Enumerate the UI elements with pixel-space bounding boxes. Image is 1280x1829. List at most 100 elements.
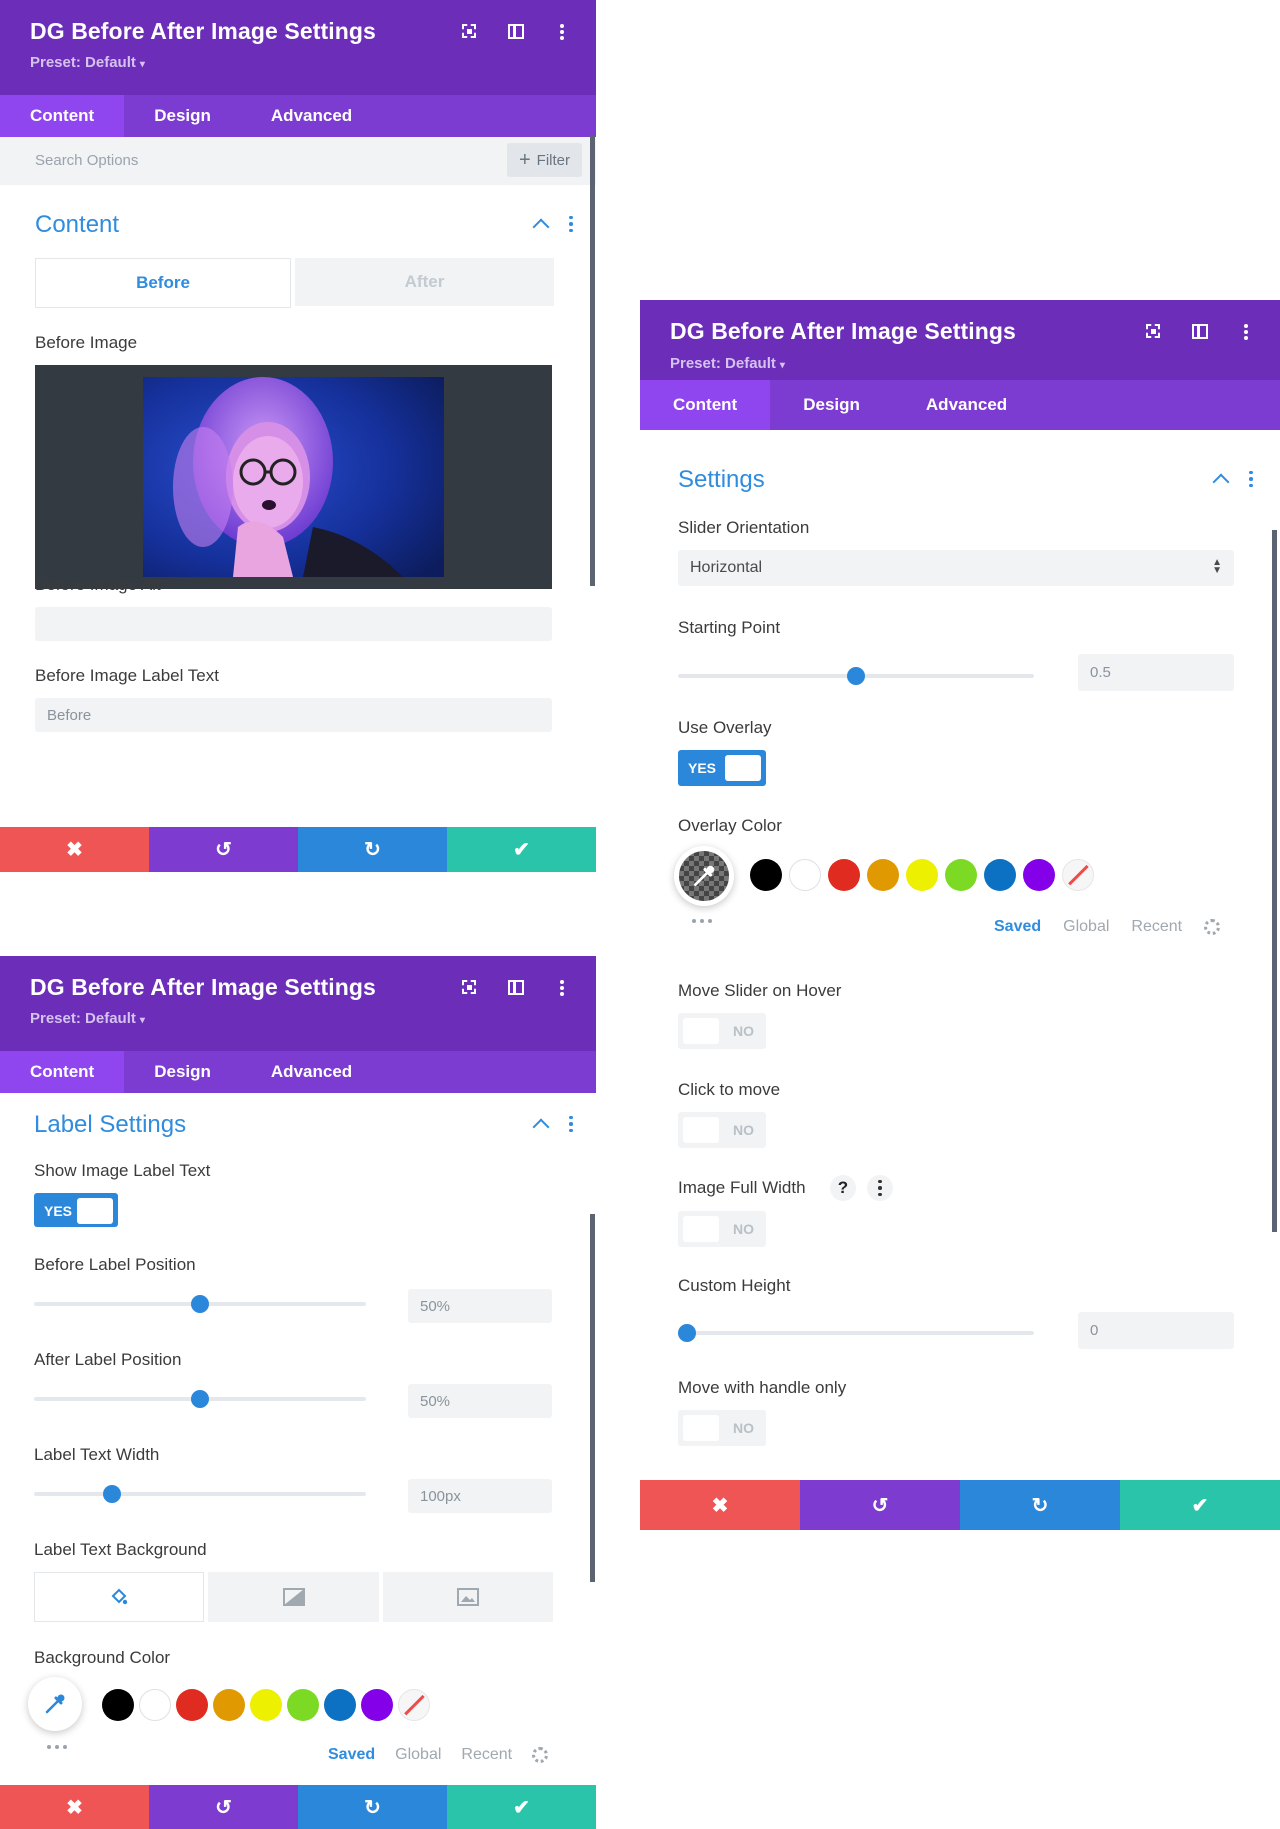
expand-icon[interactable]	[1144, 322, 1164, 342]
columns-icon[interactable]	[1190, 322, 1210, 342]
move-with-handle-only-toggle[interactable]: NO	[678, 1410, 766, 1446]
swatch-red[interactable]	[176, 1689, 208, 1721]
slider-knob[interactable]	[191, 1390, 209, 1408]
cancel-button[interactable]: ✖	[640, 1480, 800, 1530]
before-label-position-slider[interactable]	[34, 1295, 366, 1313]
swatch-purple[interactable]	[361, 1689, 393, 1721]
color-picker[interactable]	[674, 846, 734, 906]
after-tab[interactable]: After	[295, 258, 554, 306]
help-icon[interactable]: ?	[830, 1175, 856, 1201]
field-options-icon[interactable]	[867, 1175, 893, 1201]
redo-button[interactable]: ↻	[298, 1785, 447, 1829]
swatch-green[interactable]	[287, 1689, 319, 1721]
save-button[interactable]: ✔	[447, 827, 596, 872]
cancel-button[interactable]: ✖	[0, 827, 149, 872]
section-options-icon[interactable]	[569, 215, 573, 233]
tab-advanced[interactable]: Advanced	[893, 380, 1040, 430]
custom-height-input[interactable]: 0	[1078, 1312, 1234, 1349]
tab-design[interactable]: Design	[124, 95, 241, 137]
use-overlay-toggle[interactable]: YES	[678, 750, 766, 786]
click-to-move-toggle[interactable]: NO	[678, 1112, 766, 1148]
undo-button[interactable]: ↺	[800, 1480, 960, 1530]
filter-button[interactable]: + Filter	[506, 143, 582, 177]
slider-knob[interactable]	[678, 1324, 696, 1342]
custom-height-slider[interactable]	[678, 1324, 1034, 1342]
search-input[interactable]: Search Options	[35, 152, 138, 169]
starting-point-input[interactable]: 0.5	[1078, 654, 1234, 691]
after-label-position-input[interactable]: 50%	[408, 1384, 552, 1418]
expand-icon[interactable]	[460, 978, 480, 998]
section-options-icon[interactable]	[569, 1115, 573, 1133]
redo-button[interactable]: ↻	[960, 1480, 1120, 1530]
more-colors-icon[interactable]	[692, 919, 712, 923]
expand-icon[interactable]	[460, 22, 480, 42]
swatch-none[interactable]	[398, 1689, 430, 1721]
before-image-alt-input[interactable]	[35, 607, 552, 641]
swatch-black[interactable]	[750, 859, 782, 891]
gear-icon[interactable]	[1204, 919, 1221, 935]
slider-knob[interactable]	[103, 1485, 122, 1503]
swatch-none[interactable]	[1062, 859, 1094, 891]
more-options-icon[interactable]	[552, 978, 572, 998]
move-slider-on-hover-toggle[interactable]: NO	[678, 1013, 766, 1049]
swatch-red[interactable]	[828, 859, 860, 891]
save-button[interactable]: ✔	[447, 1785, 596, 1829]
more-options-icon[interactable]	[1236, 322, 1256, 342]
swatch-purple[interactable]	[1023, 859, 1055, 891]
chevron-up-icon[interactable]	[532, 1118, 550, 1136]
redo-button[interactable]: ↻	[298, 827, 447, 872]
image-full-width-toggle[interactable]: NO	[678, 1211, 766, 1247]
swatch-blue[interactable]	[984, 859, 1016, 891]
tab-content[interactable]: Content	[640, 380, 771, 430]
undo-button[interactable]: ↺	[149, 1785, 298, 1829]
swatch-yellow[interactable]	[250, 1689, 282, 1721]
tab-design[interactable]: Design	[124, 1051, 241, 1093]
chevron-up-icon[interactable]	[1212, 473, 1230, 491]
swatch-yellow[interactable]	[906, 859, 938, 891]
columns-icon[interactable]	[506, 22, 526, 42]
save-button[interactable]: ✔	[1120, 1480, 1280, 1530]
palette-tab-global[interactable]: Global	[395, 1746, 441, 1764]
tab-content[interactable]: Content	[0, 1051, 125, 1093]
section-options-icon[interactable]	[1249, 470, 1253, 488]
label-text-width-input[interactable]: 100px	[408, 1479, 552, 1513]
swatch-orange[interactable]	[867, 859, 899, 891]
background-color-tab[interactable]	[34, 1572, 204, 1622]
swatch-blue[interactable]	[324, 1689, 356, 1721]
scrollbar[interactable]	[1272, 530, 1277, 1232]
swatch-white[interactable]	[139, 1689, 171, 1721]
image-upload-area[interactable]	[35, 365, 552, 589]
tab-design[interactable]: Design	[770, 380, 893, 430]
label-text-width-slider[interactable]	[34, 1485, 366, 1503]
cancel-button[interactable]: ✖	[0, 1785, 149, 1829]
swatch-black[interactable]	[102, 1689, 134, 1721]
scrollbar[interactable]	[590, 1214, 595, 1582]
columns-icon[interactable]	[506, 978, 526, 998]
color-picker[interactable]	[28, 1677, 82, 1731]
palette-tab-global[interactable]: Global	[1063, 918, 1109, 936]
scrollbar[interactable]	[590, 136, 595, 586]
background-gradient-tab[interactable]	[208, 1572, 379, 1622]
palette-tab-recent[interactable]: Recent	[461, 1746, 512, 1764]
preset-selector[interactable]: Preset: Default ▾	[30, 1010, 145, 1027]
background-image-tab[interactable]	[383, 1572, 553, 1622]
more-options-icon[interactable]	[552, 22, 572, 42]
preset-selector[interactable]: Preset: Default ▾	[670, 355, 785, 372]
tab-advanced[interactable]: Advanced	[241, 95, 382, 137]
tab-advanced[interactable]: Advanced	[241, 1051, 382, 1093]
more-colors-icon[interactable]	[47, 1745, 67, 1749]
palette-tab-saved[interactable]: Saved	[994, 918, 1041, 936]
slider-orientation-select[interactable]: Horizontal ▲ ▼	[678, 550, 1234, 586]
show-label-text-toggle[interactable]: YES	[34, 1193, 118, 1227]
chevron-up-icon[interactable]	[532, 218, 550, 236]
tab-content[interactable]: Content	[0, 95, 125, 137]
before-label-position-input[interactable]: 50%	[408, 1289, 552, 1323]
preset-selector[interactable]: Preset: Default ▾	[30, 54, 145, 71]
starting-point-slider[interactable]	[678, 667, 1034, 685]
before-label-text-input[interactable]: Before	[35, 698, 552, 732]
palette-tab-saved[interactable]: Saved	[328, 1746, 375, 1764]
slider-knob[interactable]	[847, 667, 865, 685]
slider-knob[interactable]	[191, 1295, 209, 1313]
swatch-orange[interactable]	[213, 1689, 245, 1721]
after-label-position-slider[interactable]	[34, 1390, 366, 1408]
